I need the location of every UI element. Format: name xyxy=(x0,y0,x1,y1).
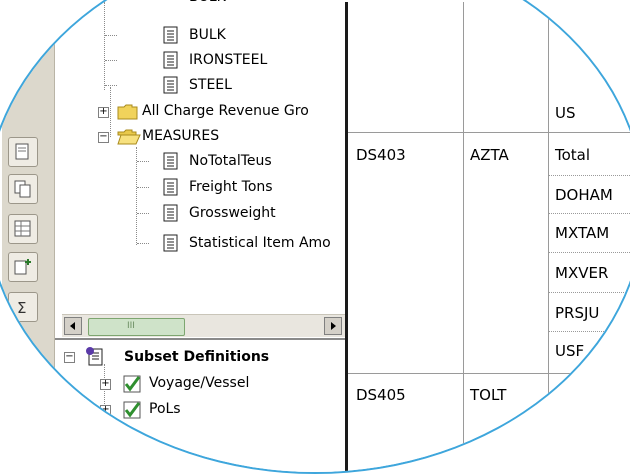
tree-item-label: IRONSTEEL xyxy=(189,52,268,68)
collapse-toggle[interactable]: − xyxy=(64,352,75,363)
subset-definitions-pane: − Subset Definitions + Voyage/Vessel + P… xyxy=(55,340,345,472)
document-icon xyxy=(163,26,178,44)
plus-glyph: + xyxy=(101,404,110,415)
tree-item-label: BULK xyxy=(189,27,226,43)
tree-item-nototalteus[interactable]: NoTotalTeus xyxy=(137,150,345,174)
table-cell[interactable]: Total xyxy=(555,146,590,164)
screen: Σ BULK BULK IRONSTEEL xyxy=(0,0,630,474)
table-cell[interactable]: DOHAM xyxy=(555,186,613,204)
minus-glyph: − xyxy=(99,131,108,142)
subset-item-label: PoLs xyxy=(149,401,181,417)
subset-title: Subset Definitions xyxy=(124,349,270,365)
scrollbar-thumb[interactable]: III xyxy=(88,318,185,336)
table-cell[interactable]: TOLT xyxy=(470,386,506,404)
copy-icon xyxy=(14,180,31,198)
plus-glyph: + xyxy=(99,106,108,117)
toolbar-button-1[interactable] xyxy=(8,137,38,167)
expand-toggle[interactable]: + xyxy=(100,405,111,416)
thumb-grip: III xyxy=(127,321,135,331)
arrow-left-icon xyxy=(70,322,75,330)
tree-item-label: MEASURES xyxy=(142,128,220,144)
minus-glyph: − xyxy=(65,351,74,362)
subset-item-pols[interactable]: + PoLs xyxy=(95,398,345,422)
toolbar-button-3[interactable] xyxy=(8,214,38,244)
table-cell[interactable]: PRSJU xyxy=(555,304,599,322)
tree-item-ironsteel[interactable]: IRONSTEEL xyxy=(105,49,331,73)
tree-horizontal-scrollbar[interactable]: III xyxy=(62,314,345,337)
table-cell[interactable]: DS403 xyxy=(356,146,406,164)
tree-item-steel[interactable]: STEEL xyxy=(105,74,331,98)
table-cell[interactable]: AZTA xyxy=(470,146,509,164)
data-grid: US DS403 AZTA Total DOHAM MXTAM MXVER PR… xyxy=(348,2,630,472)
sum-icon: Σ xyxy=(17,299,26,317)
toolbar-button-4[interactable] xyxy=(8,252,38,282)
tree-item-label: All Charge Revenue Gro xyxy=(142,103,309,119)
document-icon xyxy=(163,204,178,222)
tree-item-statistical-item[interactable]: Statistical Item Amo xyxy=(137,232,345,256)
subset-item-voyage-vessel[interactable]: + Voyage/Vessel xyxy=(95,372,345,396)
scroll-left-button[interactable] xyxy=(64,317,82,335)
magnifier-lens: Σ BULK BULK IRONSTEEL xyxy=(0,0,630,474)
tree-item-grossweight[interactable]: Grossweight xyxy=(137,202,345,226)
table-cell[interactable]: MXVER xyxy=(555,264,608,282)
subset-definitions-root[interactable]: − Subset Definitions xyxy=(60,346,340,370)
document-icon xyxy=(15,143,29,160)
plus-glyph: + xyxy=(101,378,110,389)
tree-item-label: STEEL xyxy=(189,77,232,93)
tree-item-label: NoTotalTeus xyxy=(189,153,272,169)
app-window: Σ BULK BULK IRONSTEEL xyxy=(2,0,630,472)
tree-item-bulk[interactable]: BULK xyxy=(105,24,331,48)
document-icon xyxy=(163,178,178,196)
left-toolbar: Σ xyxy=(2,2,55,472)
table-cell[interactable]: DS405 xyxy=(356,386,406,404)
document-icon xyxy=(163,234,178,252)
scroll-right-button[interactable] xyxy=(324,317,342,335)
tree-item-measures[interactable]: − MEASURES xyxy=(95,125,345,149)
grid-icon xyxy=(14,220,31,237)
add-item-icon xyxy=(14,259,31,275)
table-cell[interactable]: US xyxy=(555,104,576,122)
table-cell[interactable]: MXTAM xyxy=(555,224,609,242)
subset-definitions-icon xyxy=(86,347,103,366)
subset-item-label: Voyage/Vessel xyxy=(149,375,250,391)
arrow-right-icon xyxy=(331,322,336,330)
expand-toggle[interactable]: + xyxy=(98,107,109,118)
checked-subset-icon xyxy=(123,375,141,393)
tree-item-label: Statistical Item Amo xyxy=(189,235,331,251)
tree-item-label: Grossweight xyxy=(189,205,276,221)
document-icon xyxy=(163,51,178,69)
document-icon xyxy=(163,76,178,94)
dimension-tree: BULK BULK IRONSTEEL STEEL + All xyxy=(55,0,345,312)
tree-item-label: Freight Tons xyxy=(189,179,273,195)
tree-item-freight-tons[interactable]: Freight Tons xyxy=(137,176,345,200)
collapse-toggle[interactable]: − xyxy=(98,132,109,143)
folder-icon xyxy=(117,104,138,120)
toolbar-button-2[interactable] xyxy=(8,174,38,204)
tree-item-label: BULK xyxy=(189,0,226,8)
checked-subset-icon xyxy=(123,401,141,419)
table-cell[interactable]: USF xyxy=(555,342,584,360)
tree-item-all-charge-revenue[interactable]: + All Charge Revenue Gro xyxy=(95,100,345,124)
open-folder-icon xyxy=(117,129,141,145)
tree-item-bulk-partial[interactable]: BULK xyxy=(151,0,331,10)
toolbar-button-5[interactable]: Σ xyxy=(8,292,38,322)
svg-text:Σ: Σ xyxy=(17,299,26,317)
document-icon xyxy=(163,152,178,170)
expand-toggle[interactable]: + xyxy=(100,379,111,390)
